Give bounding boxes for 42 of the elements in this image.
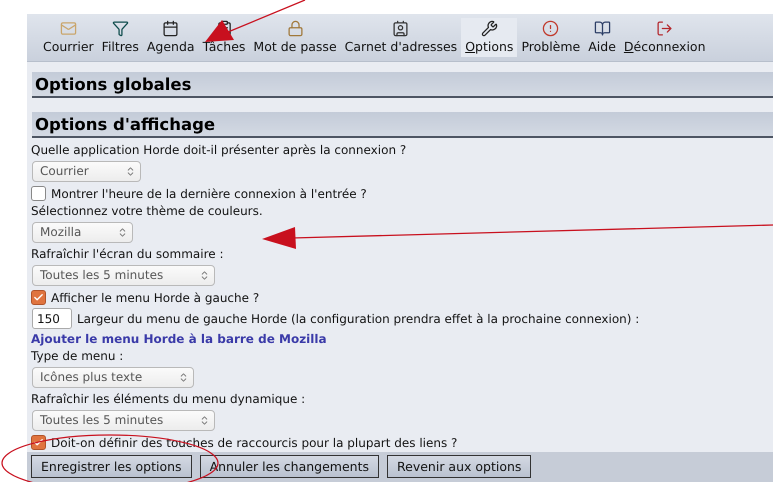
form-button[interactable]: Revenir aux options	[387, 455, 532, 478]
exit-door-icon	[656, 20, 674, 38]
envelope-icon	[60, 20, 77, 38]
section-header: Options d'affichage	[32, 112, 773, 138]
toolbar-item[interactable]: Déconnexion	[620, 18, 710, 57]
toolbar-item[interactable]: Mot de passe	[249, 18, 341, 57]
exclamation-icon	[542, 20, 560, 38]
dropdown[interactable]: Toutes les 5 minutes	[32, 410, 216, 431]
field-label: Sélectionnez votre thème de couleurs.	[31, 202, 264, 220]
dropdown[interactable]: Mozilla	[32, 222, 134, 243]
dropdown[interactable]: Courrier	[32, 160, 141, 182]
field-label: Largeur du menu de gauche Horde (la configuration prendra effet à la prochaine connexion) :	[77, 312, 640, 326]
width-field[interactable]: 150	[32, 308, 72, 330]
check-icon	[33, 437, 44, 448]
checkbox[interactable]	[31, 290, 46, 306]
funnel-icon	[112, 20, 129, 38]
calendar-icon	[162, 20, 180, 38]
tools-icon	[480, 20, 498, 38]
toolbar-item[interactable]: Carnet d'adresses	[340, 18, 462, 57]
toolbar-item[interactable]: Filtres	[98, 18, 143, 57]
form-button[interactable]: Enregistrer les options	[31, 455, 192, 478]
address-card-icon	[392, 20, 410, 38]
book-icon	[594, 20, 611, 38]
toolbar-item[interactable]: Aide	[584, 18, 620, 57]
dropdown[interactable]: Toutes les 5 minutes	[32, 264, 216, 286]
toolbar-item[interactable]: Problème	[517, 18, 584, 57]
field-label: Quelle application Horde doit-il présenter après la connexion ?	[31, 142, 408, 159]
field-label: Rafraîchir l'écran du sommaire :	[31, 246, 224, 263]
toolbar-item[interactable]: Agenda	[142, 18, 199, 57]
field-label: Rafraîchir les éléments du menu dynamique :	[31, 390, 306, 408]
add-menu-link[interactable]: Ajouter le menu Horde à la barre de Mozilla	[31, 330, 327, 348]
toolbar-item[interactable]: Courrier	[39, 18, 98, 57]
field-label: Type de menu :	[31, 348, 124, 365]
check-icon	[33, 292, 44, 304]
checkbox-label: Afficher le menu Horde à gauche ?	[51, 290, 260, 305]
padlock-icon	[286, 20, 304, 38]
checkbox[interactable]	[31, 186, 46, 202]
toolbar-item[interactable]: Options	[461, 18, 518, 57]
checkbox-label: Montrer l'heure de la dernière connexion à l'entrée ?	[51, 186, 367, 201]
checkbox[interactable]	[31, 435, 46, 450]
section-header: Options globales	[32, 72, 773, 98]
dropdown[interactable]: Icônes plus texte	[32, 366, 194, 388]
